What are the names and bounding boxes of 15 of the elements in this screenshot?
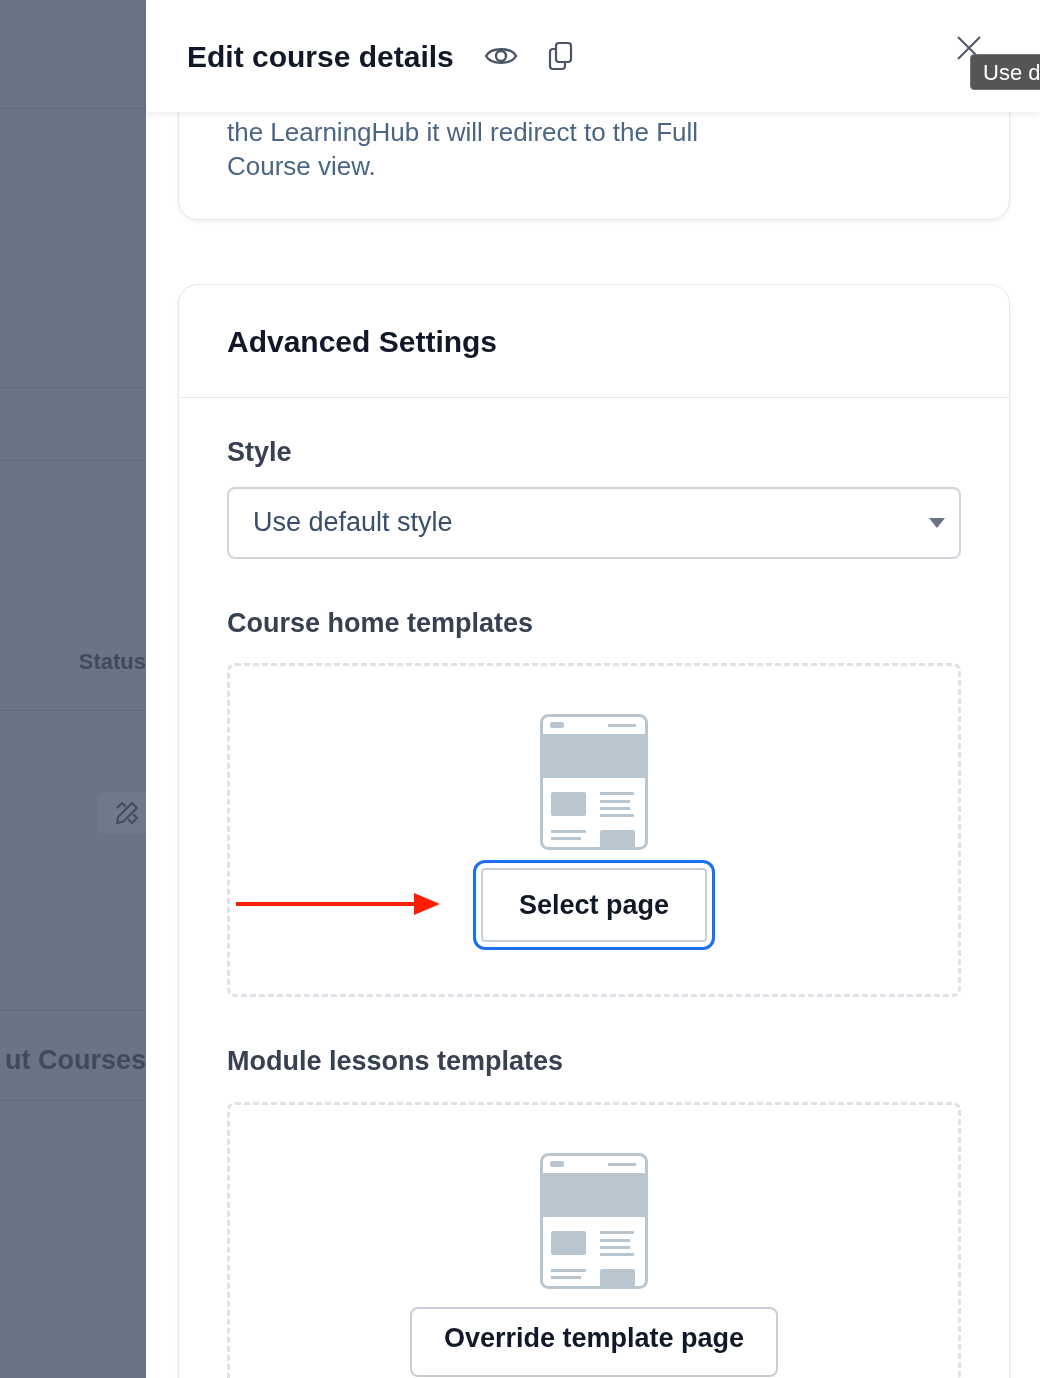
field-label: Module lessons templates: [227, 1045, 565, 1078]
page-layout-icon: [540, 1152, 648, 1289]
copy-icon[interactable]: [547, 41, 574, 71]
style-select[interactable]: Use default style: [227, 486, 961, 559]
intro-text: the LearningHub it will redirect to the Full Course view.: [227, 116, 699, 183]
card-title: Advanced Settings: [227, 323, 498, 360]
select-page-button[interactable]: Select page: [473, 860, 715, 950]
tooltip: Use d: [970, 54, 1040, 90]
field-label: Course home templates: [227, 606, 535, 640]
close-icon[interactable]: [956, 35, 982, 61]
page-layout-icon: [540, 714, 648, 850]
caret-icon: [929, 517, 945, 528]
select-page-button[interactable]: Override template page: [409, 1306, 779, 1377]
drawer-title: Edit course details: [187, 38, 454, 75]
field-label: Style: [227, 436, 293, 469]
